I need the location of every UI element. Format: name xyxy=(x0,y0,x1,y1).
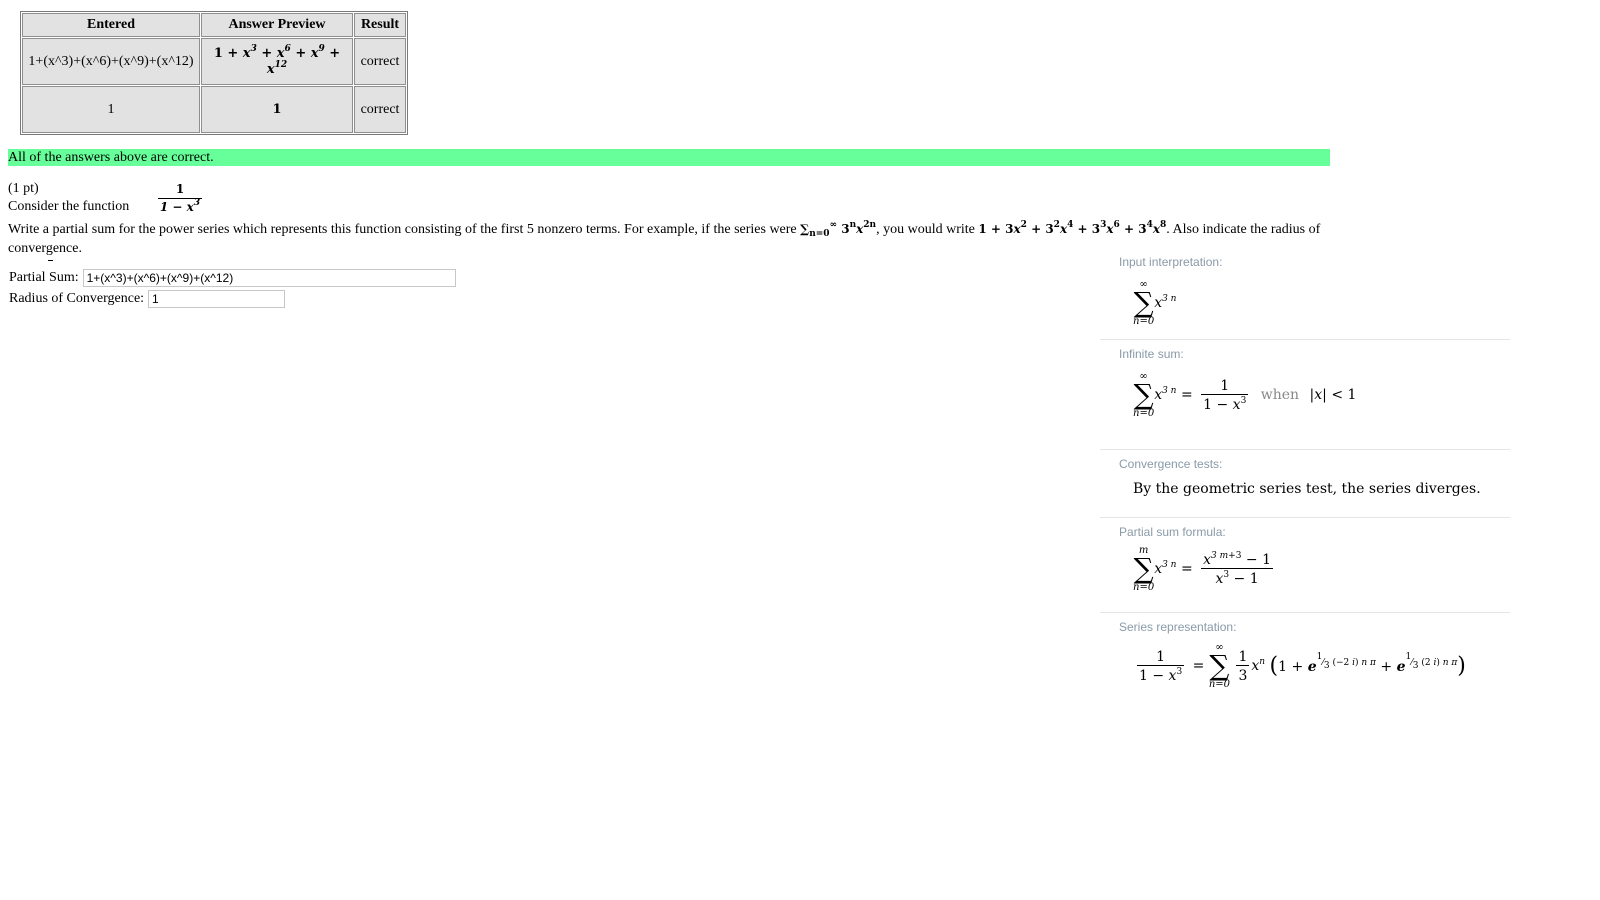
pod-convergence-tests: Convergence tests: By the geometric seri… xyxy=(1100,450,1510,518)
pod-title: Series representation: xyxy=(1119,620,1237,634)
when-label: when xyxy=(1260,387,1300,403)
partial-sum-input[interactable] xyxy=(82,269,456,287)
partial-sum-label: Partial Sum: xyxy=(9,270,79,285)
pod-title: Convergence tests: xyxy=(1119,457,1223,471)
pod-title: Partial sum formula: xyxy=(1119,525,1226,539)
entered-cell: 1+(x^3)+(x^6)+(x^9)+(x^12) xyxy=(22,38,200,85)
header-result: Result xyxy=(354,13,406,37)
example-partial-sum-math: 1 + 3x2 + 32x4 + 33x6 + 34x8 xyxy=(978,220,1167,237)
answer-preview-cell: 1 xyxy=(201,86,353,133)
example-series-math: ∑n=0∞ 3nx2n xyxy=(800,220,877,239)
header-answer-preview: Answer Preview xyxy=(201,13,353,37)
radius-input[interactable] xyxy=(148,290,286,308)
header-entered: Entered xyxy=(22,13,200,37)
results-panel: Input interpretation: ∞ ∑ n=0 x3 n Infinite… xyxy=(1100,248,1510,703)
table-row: 1 1 correct xyxy=(22,86,406,133)
pod-title: Infinite sum: xyxy=(1119,347,1184,361)
convergence-result-text: By the geometric series test, the series… xyxy=(1133,481,1481,497)
table-row: 1+(x^3)+(x^6)+(x^9)+(x^12) 1 + x3 + x6 +… xyxy=(22,38,406,85)
pod-title: Input interpretation: xyxy=(1119,255,1223,269)
pod-infinite-sum: Infinite sum: ∞ ∑ n=0 x3 n = 11 − x3 when |… xyxy=(1100,340,1510,450)
answer-preview-cell: 1 + x3 + x6 + x9 + x12 xyxy=(201,38,353,85)
pod-content: m ∑ n=0 x3 n = x3 m+3 − 1 x3 − 1 xyxy=(1133,545,1273,593)
pod-partial-sum-formula: Partial sum formula: m ∑ n=0 x3 n = x3 m+3 … xyxy=(1100,518,1510,613)
pod-input-interpretation: Input interpretation: ∞ ∑ n=0 x3 n xyxy=(1100,248,1510,340)
radius-row: Radius of Convergence: xyxy=(9,290,286,308)
result-cell: correct xyxy=(354,86,406,133)
problem-points: (1 pt) xyxy=(8,181,39,196)
pod-series-representation: Series representation: 11 − x3 = ∞ ∑ n=0 1… xyxy=(1100,613,1510,703)
pod-content: ∞ ∑ n=0 x3 n = 11 − x3 when |x| < 1 xyxy=(1133,371,1357,419)
divider-mark xyxy=(48,260,53,261)
all-correct-banner: All of the answers above are correct. xyxy=(8,149,1330,166)
pod-content: ∞ ∑ n=0 x3 n xyxy=(1133,279,1177,327)
pod-content: 11 − x3 = ∞ ∑ n=0 1 3 xn (1 + e1⁄3 (−2 i) n … xyxy=(1137,642,1466,690)
answer-results-table: Entered Answer Preview Result 1+(x^3)+(x… xyxy=(20,11,408,135)
radius-label: Radius of Convergence: xyxy=(9,291,145,306)
problem-consider-text: Consider the function xyxy=(8,199,130,214)
result-cell: correct xyxy=(354,38,406,85)
partial-sum-row: Partial Sum: xyxy=(9,269,456,287)
function-fraction: 1 1 − x3 xyxy=(158,182,202,214)
entered-cell: 1 xyxy=(22,86,200,133)
